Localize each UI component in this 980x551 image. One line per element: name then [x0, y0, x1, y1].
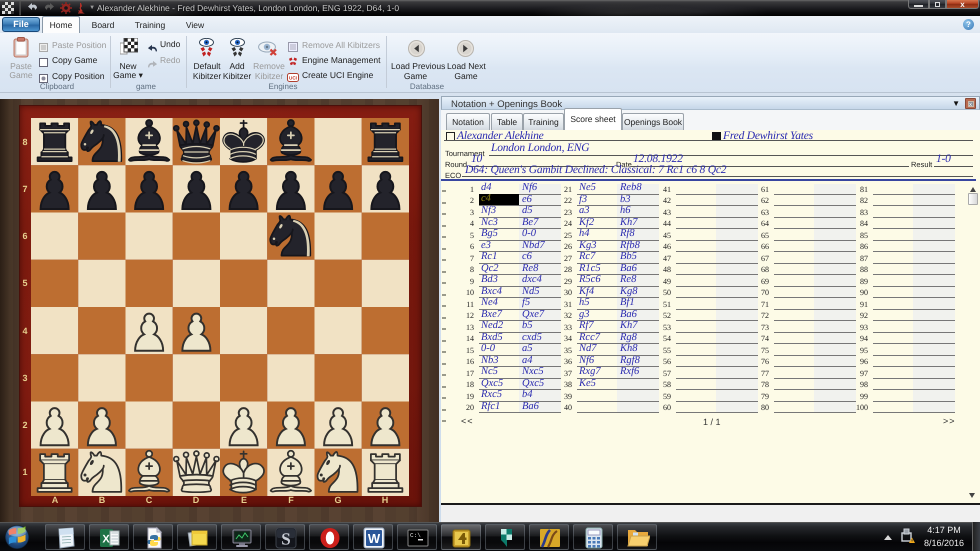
svg-text:W: W	[368, 531, 381, 546]
svg-text:S: S	[281, 530, 290, 549]
svg-text:UCI: UCI	[289, 75, 297, 80]
svg-text:X: X	[102, 534, 110, 546]
svg-text:C:\: C:\	[410, 532, 421, 539]
